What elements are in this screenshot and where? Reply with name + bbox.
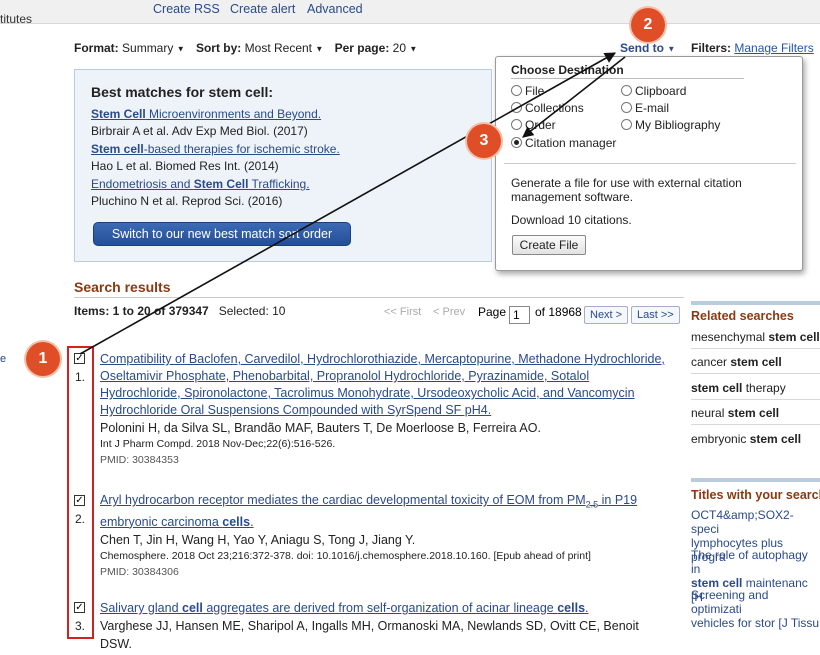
divider <box>511 78 744 79</box>
result-authors: Polonini H, da Silva SL, Brandão MAF, Ba… <box>100 421 541 435</box>
result-pmid: PMID: 30384353 <box>100 454 179 466</box>
chevron-down-icon: ▼ <box>667 44 676 54</box>
radio-icon <box>621 85 632 96</box>
top-bar: titutes Create RSS Create alert Advanced <box>0 0 820 26</box>
last-page-button[interactable]: Last >> <box>631 306 680 324</box>
best-match-item: Stem cell-based therapies for ischemic s… <box>91 141 340 175</box>
manage-filters-link[interactable]: Manage Filters <box>734 41 813 55</box>
items-count: Items: 1 to 20 of 379347 Selected: 10 <box>74 304 286 318</box>
related-search-link[interactable]: neural stem cell <box>691 406 779 420</box>
first-page-link[interactable]: << First <box>384 306 421 318</box>
filters: Filters: Manage Filters <box>691 41 814 55</box>
best-match-item: Endometriosis and Stem Cell Trafficking.… <box>91 176 340 210</box>
divider <box>691 478 820 482</box>
citation-description: Generate a file for use with external ci… <box>511 176 742 204</box>
page-number-input[interactable]: 1 <box>509 306 530 324</box>
result-authors: Chen T, Jin H, Wang H, Yao Y, Aniagu S, … <box>100 532 416 547</box>
radio-icon <box>511 119 522 130</box>
radio-icon <box>621 102 632 113</box>
best-match-item: Stem Cell Microenvironments and Beyond. … <box>91 106 340 140</box>
format-selector[interactable]: Format: Summary ▼ <box>74 41 185 55</box>
result-item: Aryl hydrocarbon receptor mediates the c… <box>100 492 670 581</box>
divider <box>691 399 820 400</box>
create-rss-link[interactable]: Create RSS <box>153 2 220 16</box>
create-alert-link[interactable]: Create alert <box>230 2 295 16</box>
institutes-fragment: titutes <box>0 12 33 26</box>
radio-email[interactable]: E-mail <box>621 101 669 115</box>
perpage-selector[interactable]: Per page: 20 ▼ <box>335 41 418 55</box>
divider <box>691 348 820 349</box>
chevron-down-icon: ▼ <box>176 44 185 54</box>
title-match-link[interactable]: Screening and optimizati vehicles for sto… <box>691 588 820 630</box>
result-item: Salivary gland cell aggregates are deriv… <box>100 600 670 653</box>
page-total: of 18968 <box>535 305 582 319</box>
display-settings: Format: Summary ▼ Sort by: Most Recent ▼… <box>74 41 417 55</box>
best-matches-heading: Best matches for stem cell: <box>91 84 274 100</box>
result-title-link[interactable]: Salivary gland cell aggregates are deriv… <box>100 600 670 617</box>
best-match-meta: Hao L et al. Biomed Res Int. (2014) <box>91 159 279 173</box>
prev-page-link[interactable]: < Prev <box>433 306 465 318</box>
radio-collections[interactable]: Collections <box>511 101 584 115</box>
step-badge-3: 3 <box>467 124 501 158</box>
sort-selector[interactable]: Sort by: Most Recent ▼ <box>196 41 323 55</box>
send-to-menu: Choose Destination File Clipboard Collec… <box>495 56 803 271</box>
radio-my-bibliography[interactable]: My Bibliography <box>621 118 720 132</box>
best-match-meta: Birbrair A et al. Adv Exp Med Biol. (201… <box>91 124 308 138</box>
radio-order[interactable]: Order <box>511 118 556 132</box>
checkbox-highlight-box <box>67 346 94 639</box>
result-citation: Chemosphere. 2018 Oct 23;216:372-378. do… <box>100 549 591 562</box>
titles-with-terms-heading: Titles with your search <box>691 488 820 502</box>
download-count-text: Download 10 citations. <box>511 213 632 227</box>
next-page-button[interactable]: Next > <box>584 306 629 324</box>
result-title-link[interactable]: Aryl hydrocarbon receptor mediates the c… <box>100 492 670 531</box>
radio-clipboard[interactable]: Clipboard <box>621 84 686 98</box>
chevron-down-icon: ▼ <box>409 44 418 54</box>
result-pmid: PMID: 30384306 <box>100 565 179 578</box>
related-searches-heading: Related searches <box>691 309 794 323</box>
related-search-link[interactable]: mesenchymal stem cell <box>691 330 820 344</box>
related-search-link[interactable]: stem cell therapy <box>691 381 786 395</box>
related-search-link[interactable]: cancer stem cell <box>691 355 782 369</box>
divider <box>74 297 684 298</box>
best-match-title-link[interactable]: Endometriosis and Stem Cell Trafficking. <box>91 176 340 192</box>
radio-file[interactable]: File <box>511 84 544 98</box>
radio-citation-manager[interactable]: Citation manager <box>511 136 616 150</box>
divider <box>691 424 820 425</box>
divider <box>504 163 796 164</box>
radio-icon <box>621 119 632 130</box>
radio-icon <box>511 85 522 96</box>
search-results-heading: Search results <box>74 279 171 295</box>
radio-icon <box>511 102 522 113</box>
choose-destination-heading: Choose Destination <box>511 63 624 77</box>
best-match-title-link[interactable]: Stem Cell Microenvironments and Beyond. <box>91 106 340 122</box>
result-authors: Varghese JJ, Hansen ME, Sharipol A, Inga… <box>100 619 639 651</box>
radio-selected-icon <box>511 137 522 148</box>
divider <box>691 301 820 305</box>
result-title-link[interactable]: Compatibility of Baclofen, Carvedilol, H… <box>100 351 670 419</box>
best-match-meta: Pluchino N et al. Reprod Sci. (2016) <box>91 194 283 208</box>
send-to-button[interactable]: Send to ▼ <box>620 41 675 55</box>
switch-sort-order-button[interactable]: Switch to our new best match sort order <box>93 222 351 246</box>
related-search-link[interactable]: embryonic stem cell <box>691 432 801 446</box>
divider <box>691 373 820 374</box>
page-label: Page <box>478 305 507 319</box>
result-item: Compatibility of Baclofen, Carvedilol, H… <box>100 351 670 469</box>
create-file-button[interactable]: Create File <box>512 235 586 255</box>
advanced-link[interactable]: Advanced <box>307 2 363 16</box>
best-match-title-link[interactable]: Stem cell-based therapies for ischemic s… <box>91 141 340 157</box>
left-link-fragment[interactable]: e <box>0 353 6 365</box>
step-badge-1: 1 <box>26 342 60 376</box>
best-matches-box: Best matches for stem cell: Stem Cell Mi… <box>74 69 492 262</box>
chevron-down-icon: ▼ <box>315 44 324 54</box>
result-citation: Int J Pharm Compd. 2018 Nov-Dec;22(6):51… <box>100 438 336 450</box>
step-badge-2: 2 <box>631 8 665 42</box>
